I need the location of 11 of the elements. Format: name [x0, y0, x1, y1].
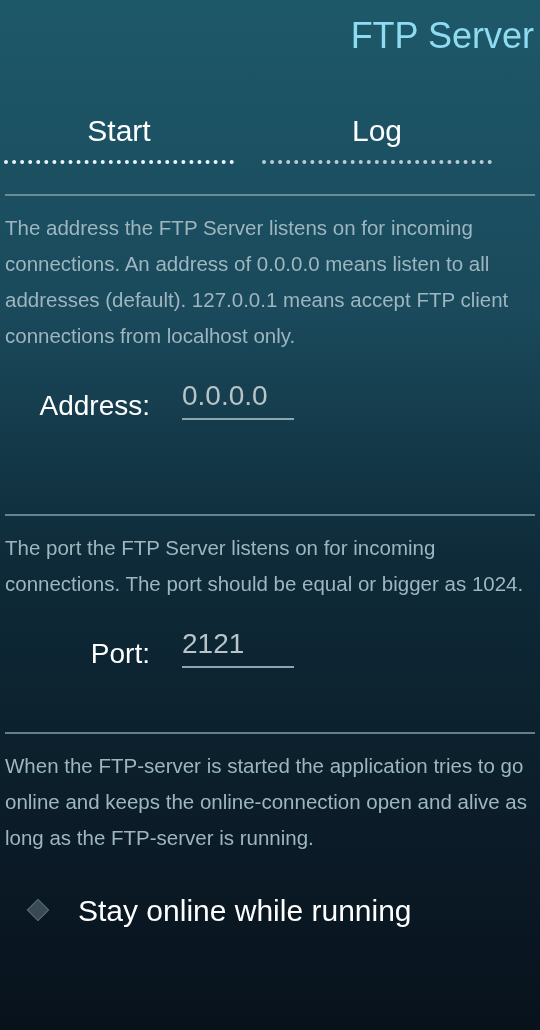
field-label: Port:	[89, 640, 151, 668]
input-field[interactable]: 0.0.0.0	[182, 380, 294, 420]
description-text: When the FTP-server is started the application tries to go online and keeps the online-connection open and alive as long as the FTP-server is running.	[4, 753, 528, 851]
tab[interactable]: Start	[4, 100, 234, 164]
field-label: Address:	[38, 392, 151, 420]
page-title: FTP Server	[350, 18, 534, 58]
description-text: The port the FTP Server listens on for incoming connections. The port should be equal or bigger as 1024.	[4, 535, 525, 597]
checkbox-label: Stay online while running	[78, 892, 412, 929]
input-field[interactable]: 2121	[182, 628, 294, 668]
description-text: The address the FTP Server listens on for incoming connections. An address of 0.0.0.0 means listen to all addresses (default). 127.0.0.1 means accept FTP client connections from localhost only.	[4, 215, 510, 349]
tab[interactable]: Log	[262, 100, 492, 164]
